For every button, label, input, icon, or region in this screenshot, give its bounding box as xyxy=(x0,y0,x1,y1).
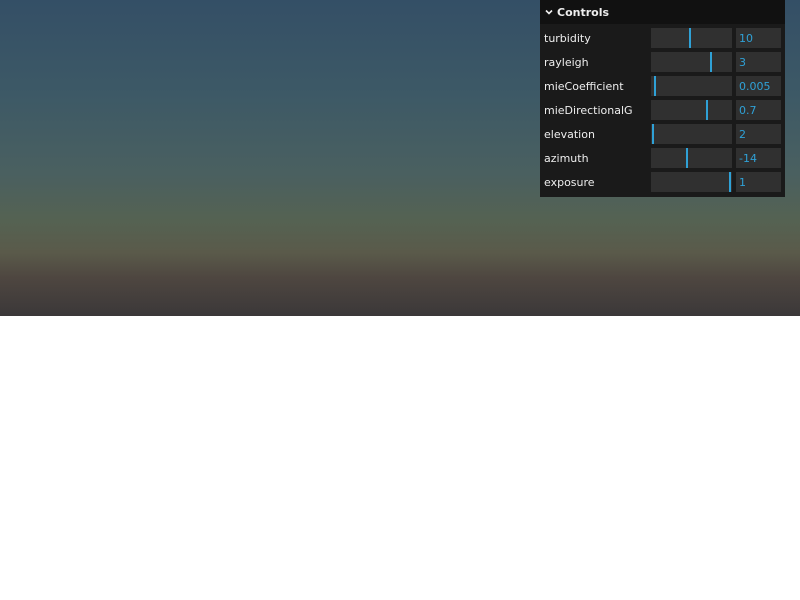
exposure-slider[interactable] xyxy=(651,172,732,192)
control-label: azimuth xyxy=(544,151,589,165)
mie-directional-g-slider[interactable] xyxy=(651,100,732,120)
turbidity-slider[interactable] xyxy=(651,28,732,48)
mie-coefficient-slider[interactable] xyxy=(651,76,732,96)
controls-panel-header[interactable]: Controls xyxy=(540,0,785,24)
control-row-elevation: elevation xyxy=(540,122,785,146)
turbidity-input[interactable] xyxy=(736,28,781,48)
controls-list: turbidity rayleigh mieCoefficient mieDir… xyxy=(540,24,785,194)
control-label: mieDirectionalG xyxy=(544,103,633,117)
rayleigh-slider[interactable] xyxy=(651,52,732,72)
control-label: mieCoefficient xyxy=(544,79,624,93)
exposure-input[interactable] xyxy=(736,172,781,192)
slider-knob[interactable] xyxy=(689,28,691,48)
slider-knob[interactable] xyxy=(710,52,712,72)
control-row-rayleigh: rayleigh xyxy=(540,50,785,74)
control-label: rayleigh xyxy=(544,55,589,69)
chevron-down-icon xyxy=(545,9,553,15)
mie-directional-g-input[interactable] xyxy=(736,100,781,120)
azimuth-input[interactable] xyxy=(736,148,781,168)
control-row-mie-coefficient: mieCoefficient xyxy=(540,74,785,98)
control-label: turbidity xyxy=(544,31,591,45)
slider-knob[interactable] xyxy=(654,76,656,96)
elevation-slider[interactable] xyxy=(651,124,732,144)
azimuth-slider[interactable] xyxy=(651,148,732,168)
control-row-mie-directional-g: mieDirectionalG xyxy=(540,98,785,122)
control-row-exposure: exposure xyxy=(540,170,785,194)
control-label: elevation xyxy=(544,127,595,141)
rayleigh-input[interactable] xyxy=(736,52,781,72)
panel-title: Controls xyxy=(557,5,610,19)
controls-panel: Controls turbidity rayleigh mieCoefficie… xyxy=(540,0,785,197)
mie-coefficient-input[interactable] xyxy=(736,76,781,96)
control-row-azimuth: azimuth xyxy=(540,146,785,170)
slider-knob[interactable] xyxy=(729,172,731,192)
control-label: exposure xyxy=(544,175,595,189)
slider-knob[interactable] xyxy=(652,124,654,144)
slider-knob[interactable] xyxy=(706,100,708,120)
elevation-input[interactable] xyxy=(736,124,781,144)
slider-knob[interactable] xyxy=(686,148,688,168)
control-row-turbidity: turbidity xyxy=(540,26,785,50)
